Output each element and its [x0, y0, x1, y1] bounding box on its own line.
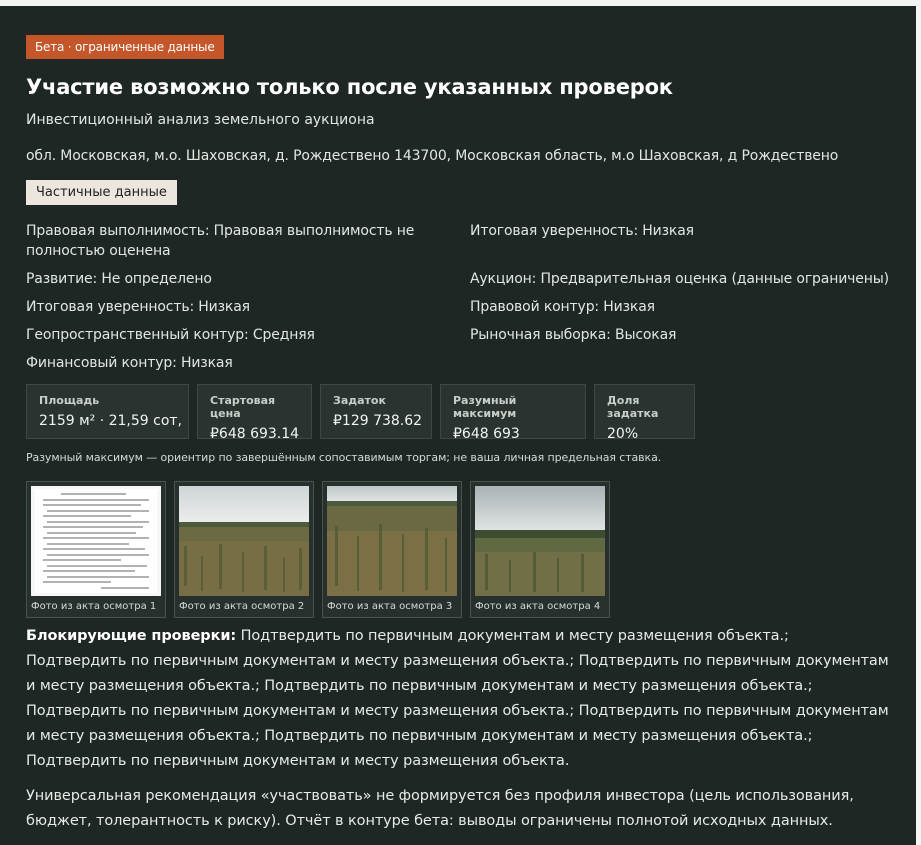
partial-data-button[interactable]: Частичные данные [26, 180, 177, 205]
blocking-checks-text: Подтвердить по первичным документам и ме… [26, 628, 889, 769]
metric-start-price: Стартовая цена ₽648 693.14 [197, 384, 312, 442]
beta-badge: Бета · ограниченные данные [26, 35, 224, 59]
field-photo [327, 486, 457, 596]
photo-card[interactable]: Фото из акта осмотра 4 [470, 481, 610, 618]
fact-item: Рыночная выборка: Высокая [470, 327, 677, 343]
photo-caption: Фото из акта осмотра 1 [31, 601, 157, 612]
field-photo [475, 486, 605, 596]
photo-gallery: Фото из акта осмотра 1 Фото из акта осмо… [26, 481, 890, 618]
blocking-checks-label: Блокирующие проверки: [26, 628, 237, 644]
metric-value: ₽648 693 [453, 426, 520, 442]
metric-label: Разумный максимум [453, 394, 517, 420]
document-photo [31, 486, 161, 596]
photo-card[interactable]: Фото из акта осмотра 1 [26, 481, 166, 618]
fact-item: Геопространственный контур: Средняя [26, 327, 315, 343]
photo-caption: Фото из акта осмотра 2 [179, 601, 305, 612]
page-title: Участие возможно только после указанных … [26, 75, 673, 99]
facts-grid: Правовая выполнимость: Правовая выполним… [26, 221, 890, 373]
property-address: обл. Московская, м.о. Шаховская, д. Рожд… [26, 148, 839, 164]
report-panel: Бета · ограниченные данные Участие возмо… [0, 6, 916, 845]
metric-label: Задаток [333, 394, 386, 407]
fact-item: Итоговая уверенность: Низкая [470, 223, 694, 239]
metric-deposit-share: Доля задатка 20% [594, 384, 695, 442]
metric-value: ₽129 738.62 [333, 413, 423, 429]
photo-caption: Фото из акта осмотра 3 [327, 601, 453, 612]
fact-item: Аукцион: Предварительная оценка (данные … [470, 271, 889, 287]
metric-value: 2159 м² · 21,59 сот, [39, 413, 183, 429]
fact-item: Правовой контур: Низкая [470, 299, 655, 315]
metrics-row: Площадь 2159 м² · 21,59 сот, Стартовая ц… [26, 384, 890, 442]
fact-item: Финансовый контур: Низкая [26, 355, 233, 371]
fact-item: Правовая выполнимость: Правовая выполним… [26, 223, 415, 259]
metric-label: Площадь [39, 394, 100, 407]
photo-card[interactable]: Фото из акта осмотра 2 [174, 481, 314, 618]
metric-area: Площадь 2159 м² · 21,59 сот, [26, 384, 189, 439]
fact-item: Развитие: Не определено [26, 271, 212, 287]
metric-value: ₽648 693.14 [210, 426, 300, 442]
metric-label: Доля задатка [607, 394, 659, 420]
page-subtitle: Инвестиционный анализ земельного аукцион… [26, 112, 375, 128]
fact-item: Итоговая уверенность: Низкая [26, 299, 250, 315]
field-photo [179, 486, 309, 596]
blocking-checks: Блокирующие проверки: Подтвердить по пер… [26, 624, 890, 774]
reasonable-max-note: Разумный максимум — ориентир по завершён… [26, 451, 662, 464]
metric-deposit: Задаток ₽129 738.62 [320, 384, 432, 439]
recommendation-text: Универсальная рекомендация «участвовать»… [26, 788, 854, 829]
metric-label: Стартовая цена [210, 394, 276, 420]
photo-caption: Фото из акта осмотра 4 [475, 601, 601, 612]
metric-reasonable-max: Разумный максимум ₽648 693 [440, 384, 586, 442]
metric-value: 20% [607, 426, 639, 442]
photo-card[interactable]: Фото из акта осмотра 3 [322, 481, 462, 618]
